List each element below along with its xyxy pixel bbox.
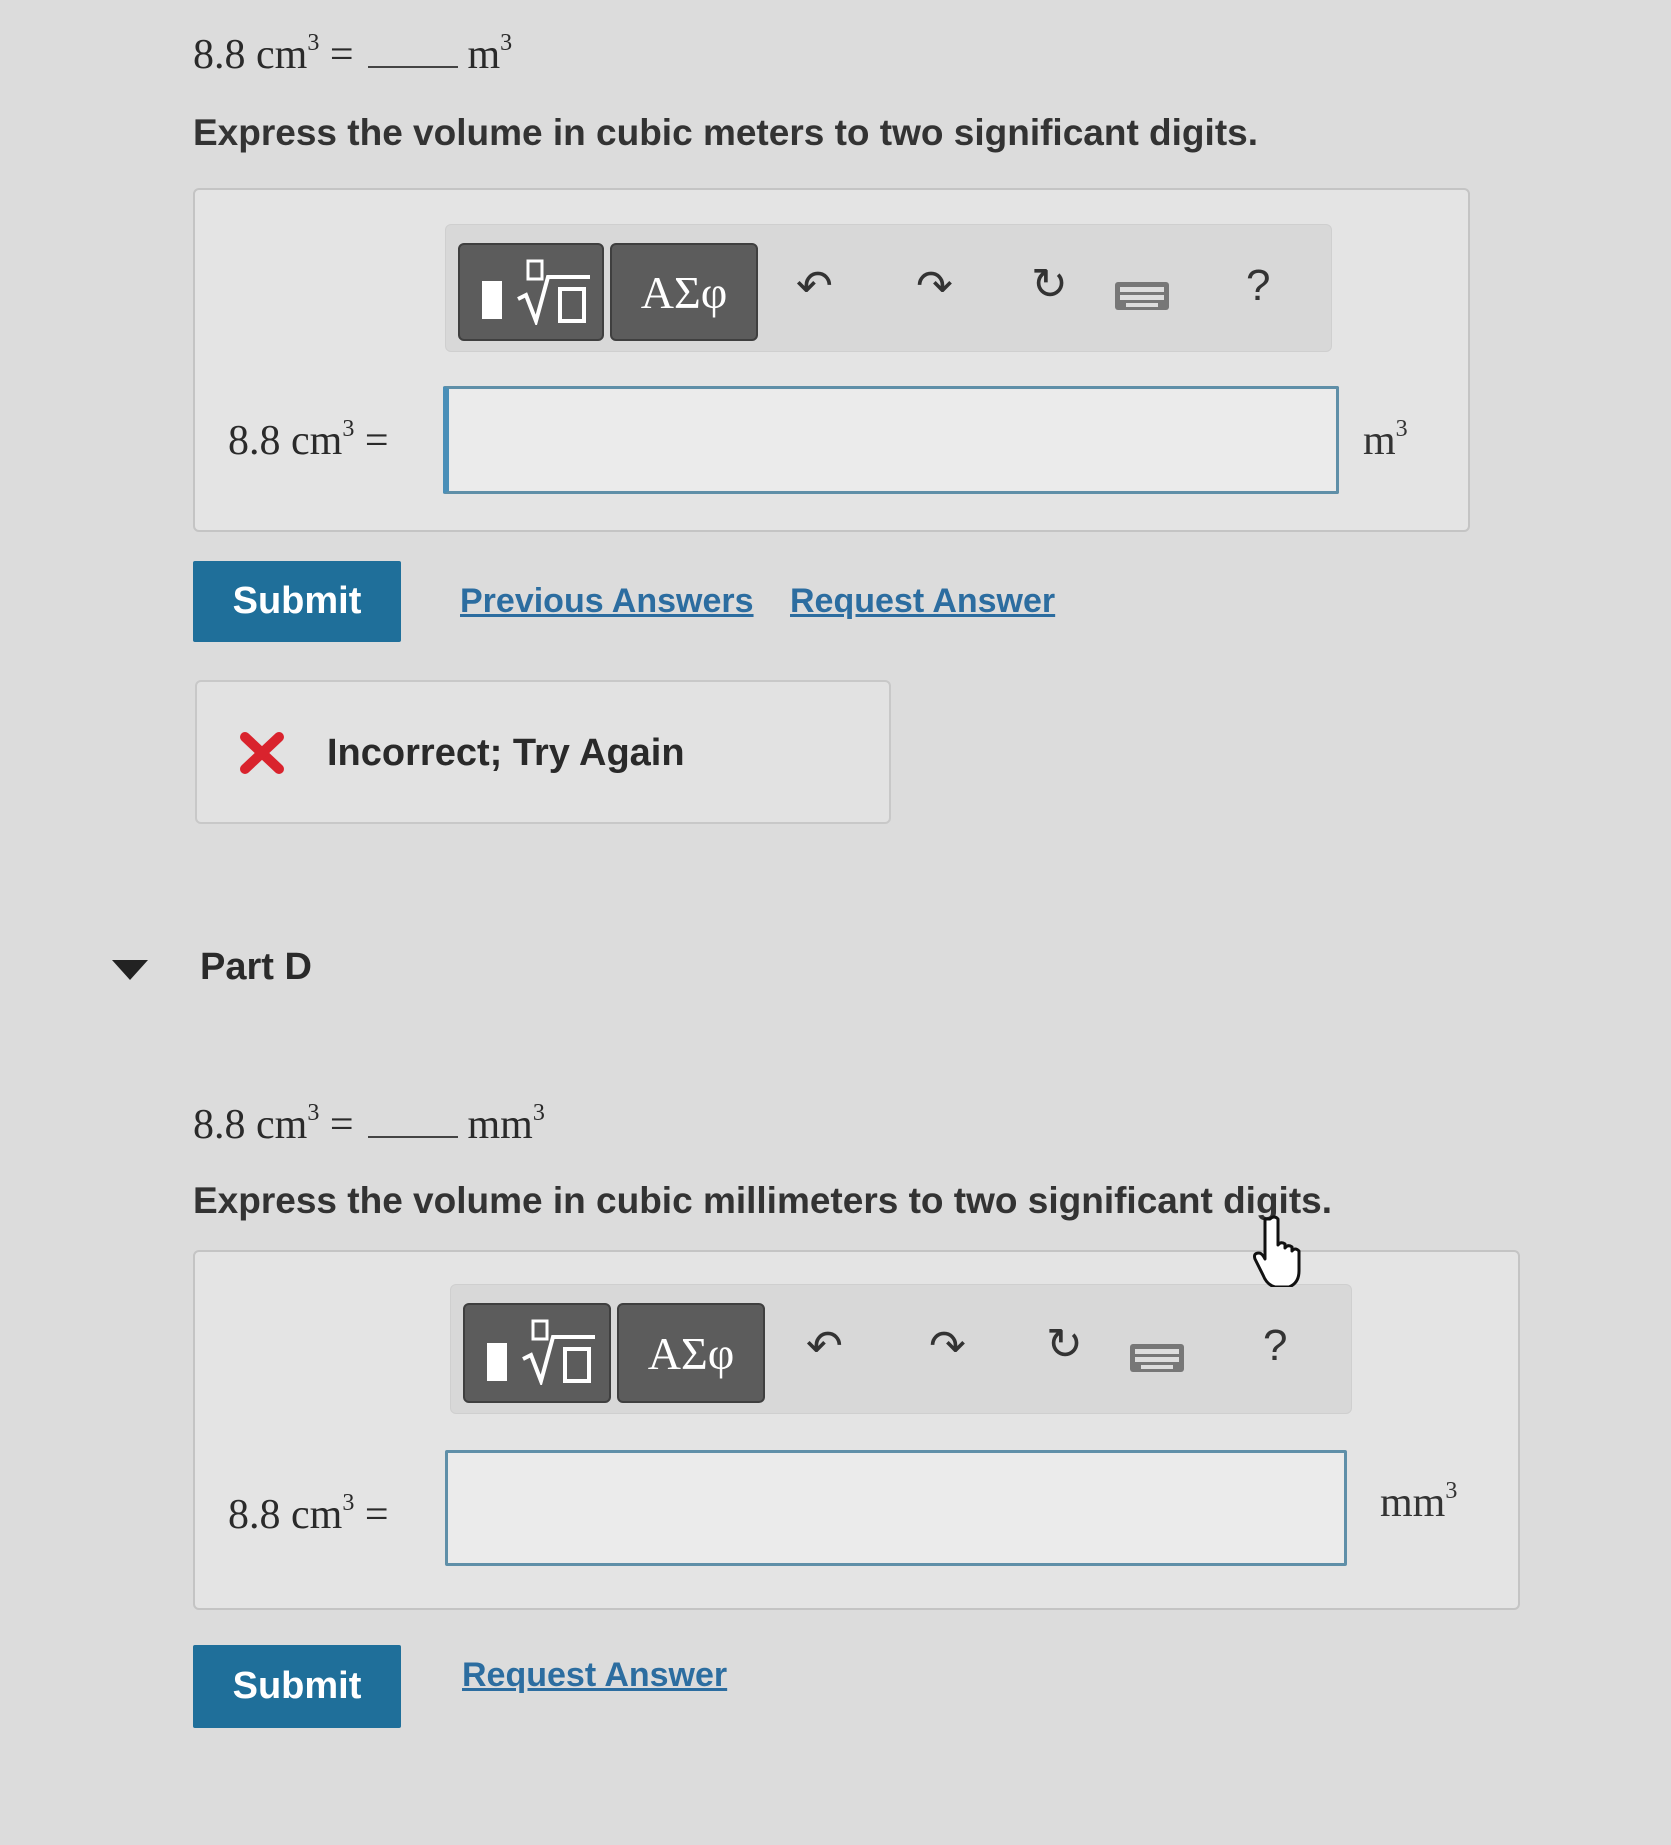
template-placeholder-icon	[487, 1343, 507, 1381]
part-c-answer-panel: ΑΣφ ↶ ↷ ↻ ? 8.8 cm3 = m3	[193, 188, 1470, 532]
input-equals: =	[364, 1492, 389, 1538]
radical-icon	[522, 1319, 595, 1385]
x-mark-icon	[240, 732, 284, 774]
part-c-instruction: Express the volume in cubic meters to tw…	[193, 112, 1258, 153]
equals-sign: =	[329, 1102, 354, 1148]
answer-input[interactable]	[443, 386, 1339, 494]
help-icon[interactable]: ?	[1246, 261, 1270, 311]
input-lhs-exponent: 3	[342, 1490, 355, 1516]
previous-answers-link[interactable]: Previous Answers	[460, 582, 754, 621]
reset-icon[interactable]: ↻	[1046, 1319, 1083, 1370]
input-lhs: 8.8 cm3 =	[228, 1490, 389, 1539]
part-c-question: 8.8 cm3 = m3	[193, 30, 512, 79]
math-toolbar: ΑΣφ ↶ ↷ ↻ ?	[450, 1284, 1352, 1414]
keyboard-icon[interactable]	[1114, 281, 1170, 311]
part-d-collapse-toggle[interactable]	[112, 960, 148, 980]
part-d-question: 8.8 cm3 = mm3	[193, 1100, 545, 1149]
redo-icon[interactable]: ↷	[929, 1321, 966, 1372]
redo-icon[interactable]: ↷	[916, 261, 953, 312]
question-lhs-exponent: 3	[307, 30, 320, 56]
submit-button[interactable]: Submit	[193, 1645, 401, 1728]
answer-blank	[367, 1108, 458, 1138]
input-lhs-exponent: 3	[342, 416, 355, 442]
question-lhs: 8.8 cm	[193, 1102, 308, 1148]
input-unit-exponent: 3	[1395, 416, 1408, 442]
templates-button[interactable]	[463, 1303, 611, 1403]
input-unit: m3	[1363, 416, 1408, 465]
answer-input[interactable]	[445, 1450, 1347, 1566]
symbols-button[interactable]: ΑΣφ	[617, 1303, 765, 1403]
input-unit: mm3	[1380, 1478, 1457, 1527]
reset-icon[interactable]: ↻	[1031, 259, 1068, 310]
question-rhs-unit: mm	[467, 1102, 533, 1148]
request-answer-link[interactable]: Request Answer	[462, 1656, 727, 1695]
symbols-label: ΑΣφ	[647, 1327, 735, 1379]
part-d-answer-panel: ΑΣφ ↶ ↷ ↻ ? 8.8 cm3 = mm3	[193, 1250, 1520, 1610]
question-rhs-exponent: 3	[532, 1100, 545, 1126]
feedback-text: Incorrect; Try Again	[327, 732, 685, 774]
symbols-button[interactable]: ΑΣφ	[610, 243, 758, 341]
input-lhs-text: 8.8 cm	[228, 418, 343, 464]
request-answer-link[interactable]: Request Answer	[790, 582, 1055, 621]
part-d-title: Part D	[200, 946, 312, 988]
radical-icon	[517, 259, 590, 325]
help-icon[interactable]: ?	[1263, 1321, 1287, 1371]
question-lhs: 8.8 cm	[193, 32, 308, 78]
input-lhs: 8.8 cm3 =	[228, 416, 389, 465]
question-rhs-unit: m	[467, 32, 501, 78]
equals-sign: =	[329, 32, 354, 78]
math-toolbar: ΑΣφ ↶ ↷ ↻ ?	[445, 224, 1332, 352]
keyboard-icon[interactable]	[1129, 1343, 1185, 1373]
undo-icon[interactable]: ↶	[796, 261, 833, 312]
template-placeholder-icon	[482, 281, 502, 319]
input-unit-text: m	[1363, 418, 1396, 464]
symbols-label: ΑΣφ	[640, 266, 728, 318]
part-d-instruction: Express the volume in cubic millimeters …	[193, 1180, 1333, 1221]
input-unit-text: mm	[1380, 1480, 1446, 1526]
input-lhs-text: 8.8 cm	[228, 1492, 343, 1538]
undo-icon[interactable]: ↶	[806, 1321, 843, 1372]
input-equals: =	[364, 418, 389, 464]
input-unit-exponent: 3	[1445, 1478, 1458, 1504]
answer-blank	[367, 38, 458, 68]
hand-cursor-icon	[1253, 1215, 1301, 1287]
feedback-box: Incorrect; Try Again	[195, 680, 891, 824]
question-rhs-exponent: 3	[500, 30, 513, 56]
templates-button[interactable]	[458, 243, 604, 341]
submit-button[interactable]: Submit	[193, 561, 401, 642]
question-lhs-exponent: 3	[307, 1100, 320, 1126]
